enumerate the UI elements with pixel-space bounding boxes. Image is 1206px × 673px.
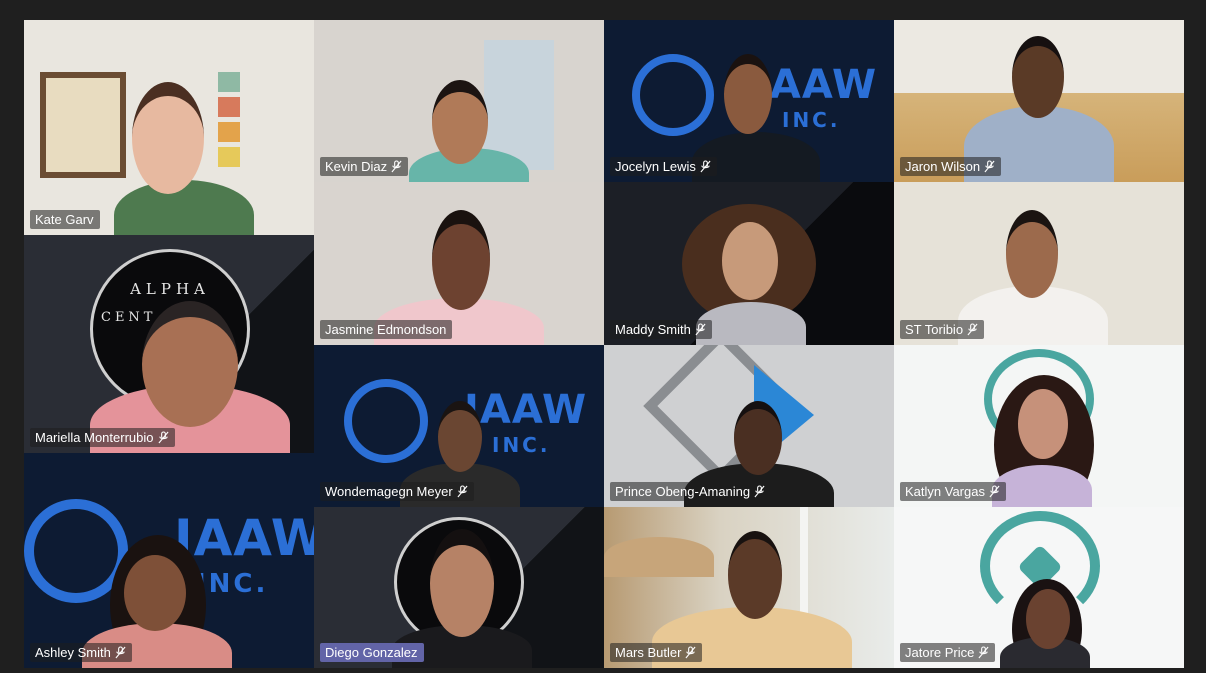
jaaw-logo-sub: INC.: [782, 108, 841, 132]
video-tile-wondemagegn-meyer[interactable]: JAAW INC. Wondemagegn Meyer: [314, 345, 604, 507]
mic-off-icon: [967, 323, 978, 336]
video-tile-katlyn-vargas[interactable]: Katlyn Vargas: [894, 345, 1184, 507]
umbrella: [604, 537, 714, 577]
participant-name-tag: Mariella Monterrubio: [30, 428, 175, 447]
mic-off-icon: [754, 485, 765, 498]
participant-name-tag: Jatore Price: [900, 643, 996, 662]
avatar: [1006, 210, 1058, 298]
video-tile-diego-gonzalez[interactable]: Diego Gonzalez: [314, 507, 604, 668]
participant-name-tag: Prince Obeng-Amaning: [610, 482, 772, 501]
jaaw-logo-text: JAAW: [174, 509, 314, 567]
mic-off-icon: [989, 485, 1000, 498]
wall-art-frame: [40, 72, 126, 178]
jaaw-logo-icon: [632, 54, 714, 136]
participant-name: Jaron Wilson: [905, 159, 981, 174]
avatar: [124, 555, 186, 631]
avatar: [142, 301, 238, 427]
avatar: [722, 222, 778, 300]
avatar: [1012, 36, 1064, 118]
avatar: [724, 54, 772, 134]
mic-off-icon: [700, 160, 711, 173]
video-tile-mars-butler[interactable]: Mars Butler: [604, 507, 894, 668]
avatar: [734, 401, 782, 475]
avatar: [992, 465, 1092, 507]
video-tile-kate-garv[interactable]: Kate Garv: [24, 20, 314, 235]
video-tile-jocelyn-lewis[interactable]: JAAW INC. Jocelyn Lewis: [604, 20, 894, 182]
participant-name-tag: Jaron Wilson: [900, 157, 1002, 176]
wall-art-squares: [218, 72, 240, 172]
participant-name: Katlyn Vargas: [905, 484, 985, 499]
participant-name-tag: Jocelyn Lewis: [610, 157, 717, 176]
avatar: [696, 302, 806, 345]
participant-name: Jatore Price: [905, 645, 975, 660]
participant-name-tag: Mars Butler: [610, 643, 703, 662]
avatar: [432, 80, 488, 164]
participant-name: Jocelyn Lewis: [615, 159, 696, 174]
mic-off-icon: [391, 160, 402, 173]
video-tile-jatore-price[interactable]: Jatore Price: [894, 507, 1184, 668]
mic-off-icon: [984, 160, 995, 173]
participant-name: Maddy Smith: [615, 322, 691, 337]
jaaw-logo-icon: [344, 379, 428, 463]
participant-name: ST Toribio: [905, 322, 964, 337]
mic-off-icon: [978, 646, 989, 659]
participant-name-tag: Kevin Diaz: [320, 157, 409, 176]
participant-name-tag: Diego Gonzalez: [320, 643, 424, 662]
mic-off-icon: [685, 646, 696, 659]
participant-name-tag: Katlyn Vargas: [900, 482, 1006, 501]
mic-off-icon: [115, 646, 126, 659]
video-tile-prince-obeng-amaning[interactable]: Prince Obeng-Amaning: [604, 345, 894, 507]
jaaw-logo-text: JAAW: [464, 387, 588, 433]
alpha-logo-top: ALPHA: [130, 280, 210, 298]
video-tile-mariella-monterrubio[interactable]: ALPHA CENT Mariella Monterrubio: [24, 235, 314, 453]
participant-name-tag: Kate Garv: [30, 210, 100, 229]
avatar: [1026, 589, 1070, 649]
video-tile-maddy-smith[interactable]: Maddy Smith: [604, 182, 894, 345]
alpha-logo-bottom: CENT: [101, 310, 157, 325]
participant-name-tag: Ashley Smith: [30, 643, 132, 662]
participant-name: Kate Garv: [35, 212, 94, 227]
participant-name: Mars Butler: [615, 645, 682, 660]
jaaw-logo-sub: INC.: [196, 569, 269, 599]
participant-name: Kevin Diaz: [325, 159, 388, 174]
mic-off-icon: [695, 323, 706, 336]
video-tile-jasmine-edmondson[interactable]: Jasmine Edmondson: [314, 182, 604, 345]
avatar: [114, 180, 254, 235]
participant-name: Wondemagegn Meyer: [325, 484, 453, 499]
jaaw-logo-text: JAAW: [754, 62, 878, 108]
avatar: [1018, 389, 1068, 459]
participant-name-tag: ST Toribio: [900, 320, 985, 339]
mic-off-icon: [157, 431, 169, 444]
participant-name-tag: Maddy Smith: [610, 320, 712, 339]
participant-name: Jasmine Edmondson: [325, 322, 447, 337]
avatar: [728, 531, 782, 619]
participant-name: Ashley Smith: [35, 645, 111, 660]
avatar: [432, 210, 490, 310]
video-tile-ashley-smith[interactable]: JAAW INC. Ashley Smith: [24, 453, 314, 668]
participant-name: Mariella Monterrubio: [35, 430, 154, 445]
avatar: [132, 82, 204, 194]
participant-name-tag: Wondemagegn Meyer: [320, 482, 474, 501]
participant-name-tag: Jasmine Edmondson: [320, 320, 453, 339]
video-grid: Kate Garv Kevin Diaz JAAW INC. Jocelyn L…: [24, 20, 1184, 668]
video-tile-st-toribio[interactable]: ST Toribio: [894, 182, 1184, 345]
jaaw-logo-sub: INC.: [492, 433, 551, 457]
video-tile-kevin-diaz[interactable]: Kevin Diaz: [314, 20, 604, 182]
participant-name: Prince Obeng-Amaning: [615, 484, 751, 499]
avatar: [438, 401, 482, 472]
video-tile-jaron-wilson[interactable]: Jaron Wilson: [894, 20, 1184, 182]
mic-off-icon: [457, 485, 468, 498]
participant-name: Diego Gonzalez: [325, 645, 418, 660]
avatar: [430, 529, 494, 637]
